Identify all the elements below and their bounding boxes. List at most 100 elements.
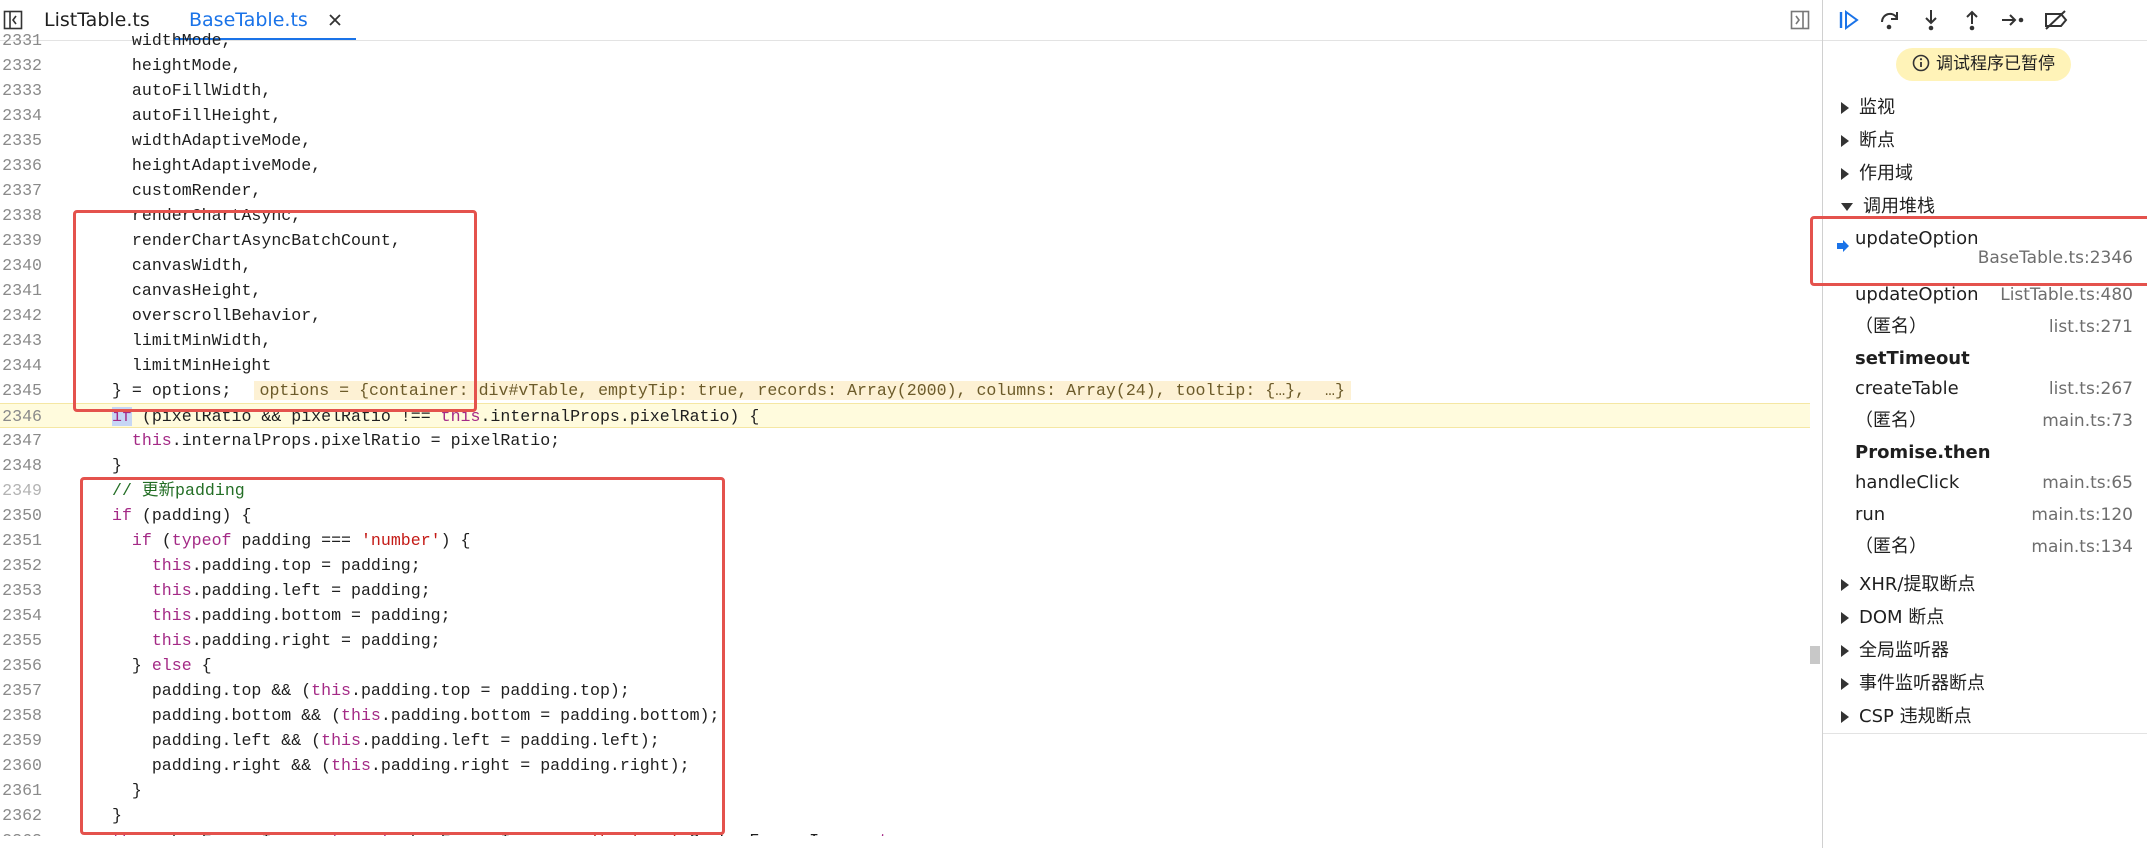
line-number[interactable]: 2332 <box>0 53 42 78</box>
code-line[interactable]: 2349 // 更新padding <box>0 478 1810 503</box>
code-line[interactable]: 2340 canvasWidth, <box>0 253 1810 278</box>
line-number[interactable]: 2342 <box>0 303 42 328</box>
code-line[interactable]: 2362} <box>0 803 1810 828</box>
line-number[interactable]: 2345 <box>0 378 42 403</box>
section-csp-breakpoints[interactable]: CSP 违规断点 <box>1841 701 1972 733</box>
section-call-stack[interactable]: 调用堆栈 <box>1841 191 1935 223</box>
section-scope[interactable]: 作用域 <box>1841 158 1913 190</box>
call-frame[interactable]: run main.ts:120 <box>1823 499 2133 531</box>
code-line[interactable]: 2334 autoFillHeight, <box>0 103 1810 128</box>
line-number[interactable]: 2357 <box>0 678 42 703</box>
code-line[interactable]: 2332 heightMode, <box>0 53 1810 78</box>
code-line[interactable]: 2338 renderChartAsync, <box>0 203 1810 228</box>
line-number[interactable]: 2333 <box>0 78 42 103</box>
line-number[interactable]: 2359 <box>0 728 42 753</box>
line-number[interactable]: 2334 <box>0 103 42 128</box>
call-frame[interactable]: updateOption ListTable.ts:480 <box>1823 279 2133 311</box>
code-line[interactable]: 2351 if (typeof padding === 'number') { <box>0 528 1810 553</box>
line-number[interactable]: 2338 <box>0 203 42 228</box>
step-icon[interactable] <box>1998 6 2028 34</box>
code-text: limitMinWidth, <box>112 328 271 353</box>
source-code-view[interactable]: 2331 widthMode, 2332 heightMode, 2333 auto… <box>0 28 1822 836</box>
code-line[interactable]: 2343 limitMinWidth, <box>0 328 1810 353</box>
line-number[interactable]: 2355 <box>0 628 42 653</box>
line-number[interactable]: 2343 <box>0 328 42 353</box>
code-line[interactable]: 2344 limitMinHeight <box>0 353 1810 378</box>
frame-location: main.ts:65 <box>2042 473 2133 493</box>
code-line[interactable]: 2360 padding.right && (this.padding.righ… <box>0 753 1810 778</box>
line-number[interactable]: 2347 <box>0 428 42 453</box>
call-frame[interactable]: createTable list.ts:267 <box>1823 373 2133 405</box>
code-line[interactable]: 2363 this.showFrozenIcon = typeof showFro… <box>0 828 1810 836</box>
call-frame-current[interactable]: updateOption BaseTable.ts:2346 <box>1823 223 2133 273</box>
deactivate-breakpoints-icon[interactable] <box>2041 6 2071 34</box>
line-number[interactable]: 2335 <box>0 128 42 153</box>
code-line[interactable]: 2339 renderChartAsyncBatchCount, <box>0 228 1810 253</box>
call-frame[interactable]: handleClick main.ts:65 <box>1823 467 2133 499</box>
step-over-icon[interactable] <box>1875 6 1905 34</box>
line-number[interactable]: 2360 <box>0 753 42 778</box>
code-line[interactable]: 2341 canvasHeight, <box>0 278 1810 303</box>
code-line[interactable]: 2361 } <box>0 778 1810 803</box>
code-line[interactable]: 2337 customRender, <box>0 178 1810 203</box>
code-text: if (typeof padding === 'number') { <box>112 528 471 553</box>
code-line[interactable]: 2331 widthMode, <box>0 28 1810 53</box>
code-line[interactable]: 2358 padding.bottom && (this.padding.bot… <box>0 703 1810 728</box>
step-out-icon[interactable] <box>1957 6 1987 34</box>
code-line[interactable]: 2336 heightAdaptiveMode, <box>0 153 1810 178</box>
line-number[interactable]: 2362 <box>0 803 42 828</box>
line-number[interactable]: 2356 <box>0 653 42 678</box>
code-line[interactable]: 2350 if (padding) { <box>0 503 1810 528</box>
line-number[interactable]: 2353 <box>0 578 42 603</box>
line-number[interactable]: 2337 <box>0 178 42 203</box>
section-dom-breakpoints[interactable]: DOM 断点 <box>1841 602 1944 634</box>
line-number[interactable]: 2331 <box>0 28 42 53</box>
line-number[interactable]: 2363 <box>0 828 42 836</box>
code-line[interactable]: 2353 this.padding.left = padding; <box>0 578 1810 603</box>
line-number[interactable]: 2361 <box>0 778 42 803</box>
code-line[interactable]: 2342 overscrollBehavior, <box>0 303 1810 328</box>
code-line[interactable]: 2335 widthAdaptiveMode, <box>0 128 1810 153</box>
code-text: if (padding) { <box>112 503 251 528</box>
code-line-paused[interactable]: 2346 if (pixelRatio && pixelRatio !== thi… <box>0 403 1810 428</box>
line-number[interactable]: 2340 <box>0 253 42 278</box>
code-text: // 更新padding <box>112 478 245 503</box>
code-line[interactable]: 2345} = options; options = {container: di… <box>0 378 1810 403</box>
line-number[interactable]: 2358 <box>0 703 42 728</box>
section-watch[interactable]: 监视 <box>1841 92 1895 124</box>
code-line[interactable]: 2348} <box>0 453 1810 478</box>
code-line[interactable]: 2357 padding.top && (this.padding.top = … <box>0 678 1810 703</box>
code-line[interactable]: 2355 this.padding.right = padding; <box>0 628 1810 653</box>
code-line[interactable]: 2359 padding.left && (this.padding.left … <box>0 728 1810 753</box>
line-number[interactable]: 2344 <box>0 353 42 378</box>
section-xhr-breakpoints[interactable]: XHR/提取断点 <box>1841 569 1975 601</box>
code-line[interactable]: 2333 autoFillWidth, <box>0 78 1810 103</box>
line-number[interactable]: 2354 <box>0 603 42 628</box>
code-line[interactable]: 2354 this.padding.bottom = padding; <box>0 603 1810 628</box>
code-line[interactable]: 2356 } else { <box>0 653 1810 678</box>
line-number[interactable]: 2346 <box>0 404 42 429</box>
line-number[interactable]: 2336 <box>0 153 42 178</box>
code-line[interactable]: 2347 this.internalProps.pixelRatio = pix… <box>0 428 1810 453</box>
section-global-listeners[interactable]: 全局监听器 <box>1841 635 1949 667</box>
toggle-debugger-sidebar-icon[interactable] <box>1790 10 1810 30</box>
section-breakpoints[interactable]: 断点 <box>1841 125 1895 157</box>
code-token: } <box>112 781 142 800</box>
call-frame[interactable]: （匿名） list.ts:271 <box>1823 311 2133 343</box>
call-frame[interactable]: （匿名） main.ts:73 <box>1823 405 2133 437</box>
scrollbar-thumb[interactable] <box>1810 646 1820 664</box>
line-number[interactable]: 2349 <box>0 478 42 503</box>
line-number[interactable]: 2339 <box>0 228 42 253</box>
section-event-listener-breakpoints[interactable]: 事件监听器断点 <box>1841 668 1985 700</box>
code-text: padding.bottom && (this.padding.bottom =… <box>112 703 720 728</box>
call-frame[interactable]: （匿名） main.ts:134 <box>1823 531 2133 563</box>
line-number[interactable]: 2350 <box>0 503 42 528</box>
line-number[interactable]: 2348 <box>0 453 42 478</box>
resume-icon[interactable] <box>1834 6 1864 34</box>
line-number[interactable]: 2352 <box>0 553 42 578</box>
step-into-icon[interactable] <box>1916 6 1946 34</box>
toggle-navigator-icon[interactable] <box>3 10 23 30</box>
line-number[interactable]: 2341 <box>0 278 42 303</box>
code-line[interactable]: 2352 this.padding.top = padding; <box>0 553 1810 578</box>
line-number[interactable]: 2351 <box>0 528 42 553</box>
